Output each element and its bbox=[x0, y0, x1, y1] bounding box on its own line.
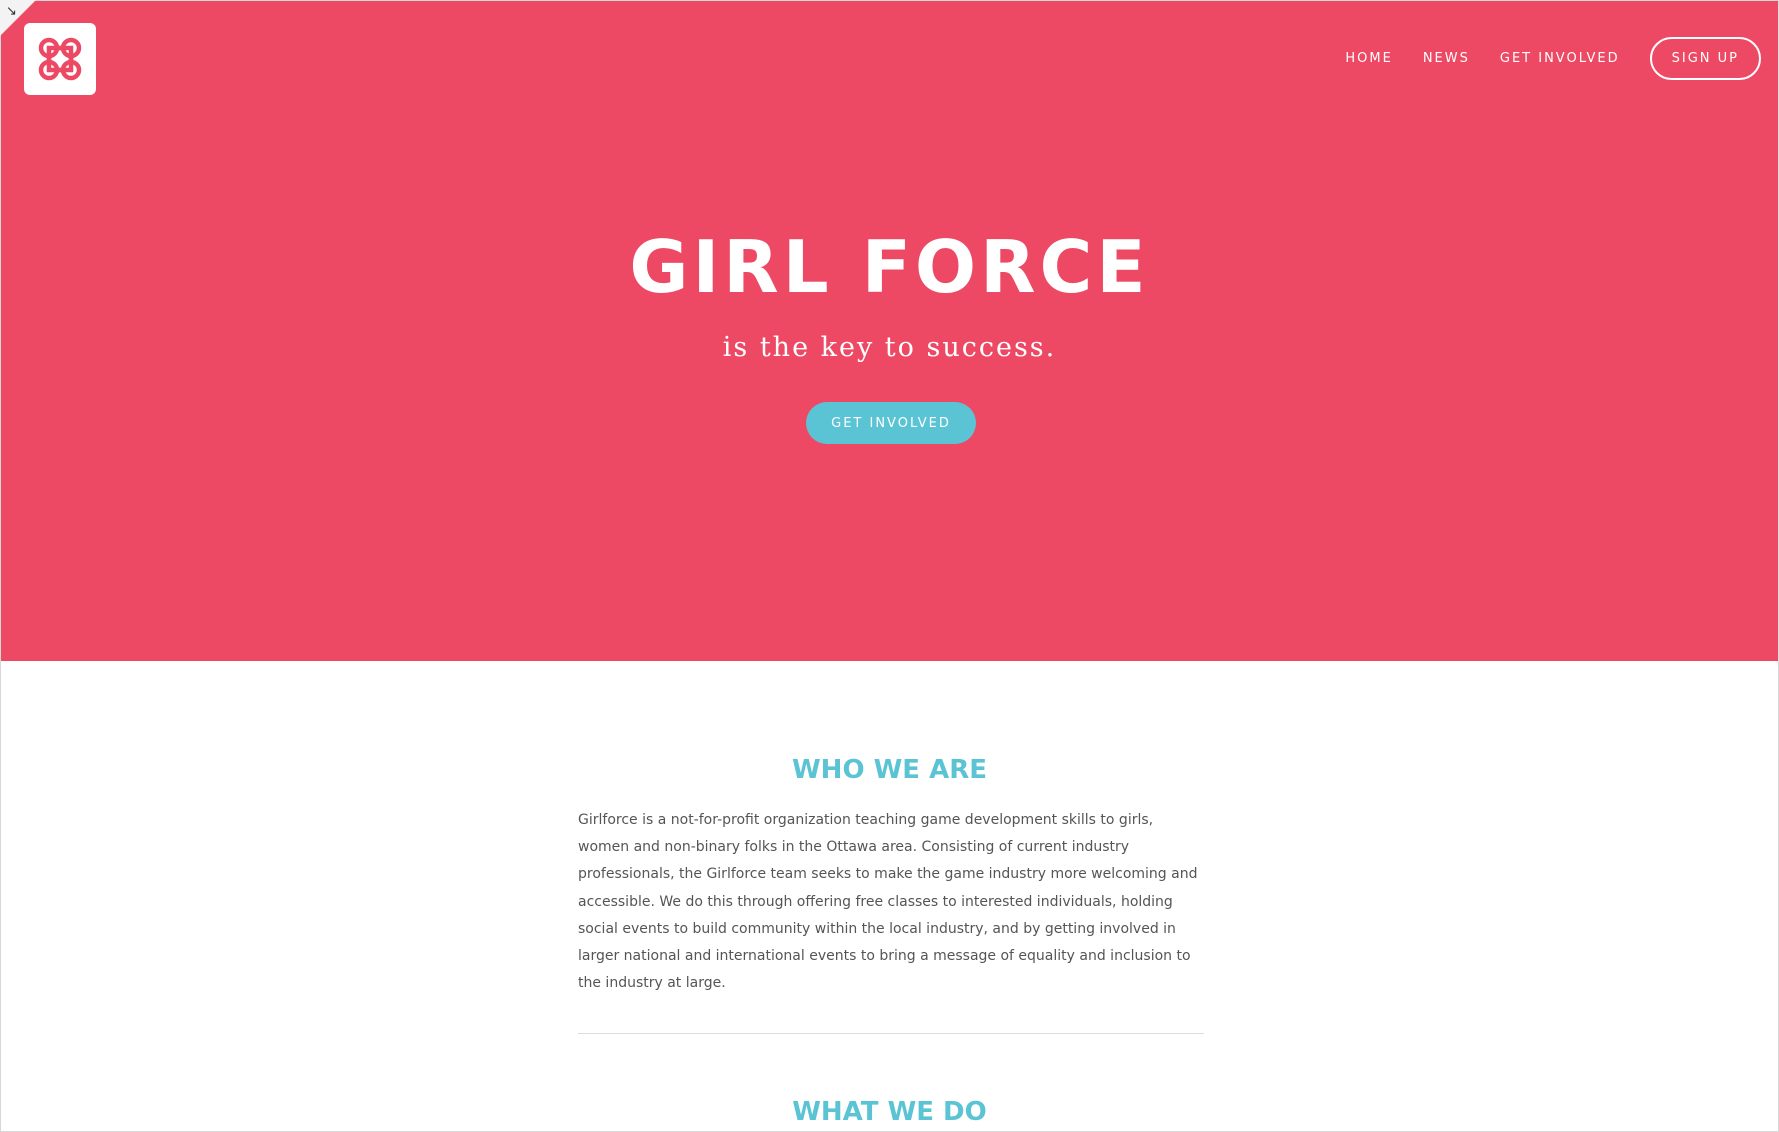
resize-arrow-icon[interactable]: ↘ bbox=[6, 4, 17, 19]
nav-link-news[interactable]: NEWS bbox=[1423, 51, 1470, 66]
sign-up-button[interactable]: SIGN UP bbox=[1649, 37, 1761, 80]
nav-link-home[interactable]: HOME bbox=[1345, 51, 1392, 66]
command-key-icon bbox=[38, 37, 82, 81]
who-we-are-heading: WHO WE ARE bbox=[792, 755, 987, 785]
main-nav: HOME NEWS GET INVOLVED SIGN UP bbox=[1345, 37, 1761, 80]
hero-section: HOME NEWS GET INVOLVED SIGN UP GIRL FORC… bbox=[0, 0, 1779, 661]
nav-link-get-involved[interactable]: GET INVOLVED bbox=[1500, 51, 1620, 66]
hero-title: GIRL FORCE bbox=[629, 225, 1150, 309]
get-involved-button[interactable]: GET INVOLVED bbox=[806, 402, 976, 444]
who-we-are-body: Girlforce is a not-for-profit organizati… bbox=[578, 812, 1198, 992]
what-we-do-heading: WHAT WE DO bbox=[792, 1097, 987, 1127]
hero-subtitle: is the key to success. bbox=[722, 332, 1057, 363]
section-divider bbox=[578, 1033, 1204, 1034]
